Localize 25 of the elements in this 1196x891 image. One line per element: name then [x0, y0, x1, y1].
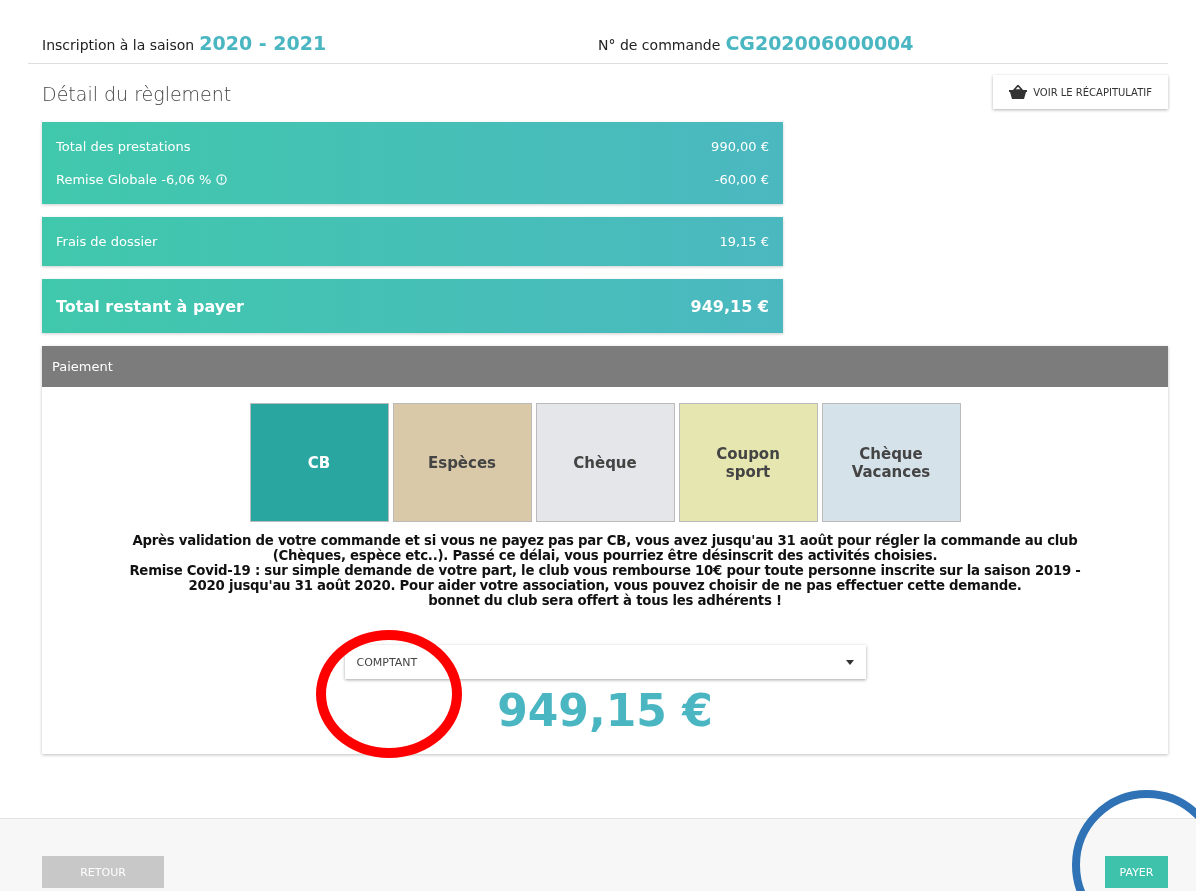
info-icon: [216, 174, 228, 185]
amount-value: -60,00 €: [714, 172, 769, 187]
panel-header: Paiement: [42, 346, 1168, 387]
amount-value: 990,00 €: [711, 139, 769, 154]
amount-value: 19,15 €: [719, 234, 769, 249]
amount-label: Total restant à payer: [56, 296, 244, 316]
amount-total: 949,15 €: [497, 685, 713, 736]
payment-method-tile[interactable]: Chèque Vacances: [821, 403, 961, 522]
caret-icon: [845, 659, 854, 665]
season-label: Inscription à la saison: [42, 37, 195, 53]
amount-label: Remise Globale -6,06 %: [56, 172, 212, 187]
amount-value: 949,15 €: [690, 296, 769, 316]
payment-notice: Après validation de votre commande et si vous ne payez pas par CB, vous avez jusqu'au 31 août pour régler la commande au club (Chèques, espèce etc..). Passé ce délai, vous pourriez être désinscrit des activités choisies. Remise Covid-19 : sur simple demande de votre part, le club vous rembourse 10€ pour toute personne inscrite sur la saison 2019 - 2020 jusqu'au 31 août 2020. Pour aider votre association, vous pouvez choisir de ne pas effectuer cette demande. bonnet du club sera offert à tous les adhérents !: [129, 533, 1081, 608]
section-title: Détail du règlement: [42, 83, 232, 105]
payment-method-tile[interactable]: Coupon sport: [678, 403, 818, 522]
amount-label: Frais de dossier: [56, 234, 158, 249]
summary-button[interactable]: VOIR LE RÉCAPITULATIF: [993, 75, 1168, 109]
amount-label: Total des prestations: [56, 139, 191, 154]
basket-icon: [1009, 85, 1028, 99]
payment-type-dropdown[interactable]: COMPTANT: [344, 645, 866, 679]
order-label: N° de commande: [598, 37, 721, 53]
payment-method-tile[interactable]: Espèces: [392, 403, 532, 522]
season-value: 2020 - 2021: [199, 32, 327, 54]
order-number: CG202006000004: [725, 32, 914, 54]
payment-method-tile[interactable]: Chèque: [535, 403, 675, 522]
